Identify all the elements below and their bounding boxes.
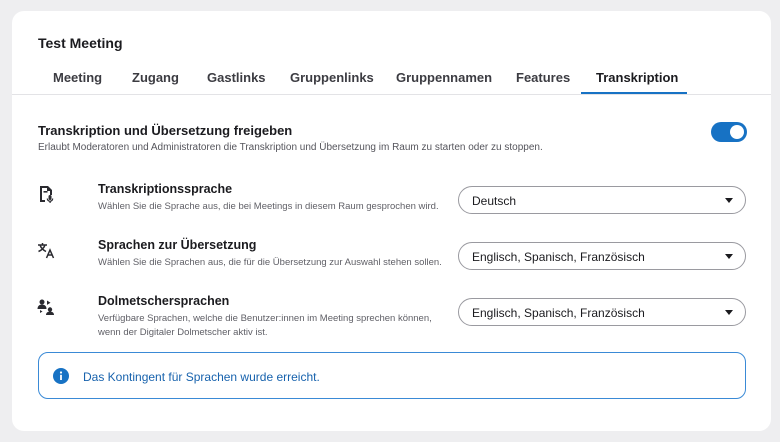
translate-icon xyxy=(36,240,56,260)
interpreter-languages-select[interactable]: Englisch, Spanisch, Französisch xyxy=(458,298,746,326)
tab-zugang[interactable]: Zugang xyxy=(132,70,179,85)
tab-gastlinks[interactable]: Gastlinks xyxy=(207,70,266,85)
select-value: Englisch, Spanisch, Französisch xyxy=(472,250,645,264)
tab-gruppennamen[interactable]: Gruppennamen xyxy=(396,70,492,85)
transcription-language-label: Transkriptionssprache xyxy=(98,182,233,196)
transcription-toggle-label: Transkription und Übersetzung freigeben xyxy=(38,123,293,138)
chevron-down-icon xyxy=(725,310,733,315)
select-value: Englisch, Spanisch, Französisch xyxy=(472,306,645,320)
settings-card: Test Meeting Meeting Zugang Gastlinks Gr… xyxy=(12,11,771,431)
tab-transkription[interactable]: Transkription xyxy=(596,70,678,85)
tab-gruppenlinks[interactable]: Gruppenlinks xyxy=(290,70,374,85)
toggle-knob xyxy=(730,125,744,139)
translation-languages-select[interactable]: Englisch, Spanisch, Französisch xyxy=(458,242,746,270)
transcription-language-select[interactable]: Deutsch xyxy=(458,186,746,214)
interpreter-icon xyxy=(36,296,56,316)
translation-languages-description: Wählen Sie die Sprachen aus, die für die… xyxy=(98,257,442,268)
transcription-language-description: Wählen Sie die Sprache aus, die bei Meet… xyxy=(98,201,439,212)
page-title: Test Meeting xyxy=(38,35,123,51)
chevron-down-icon xyxy=(725,254,733,259)
transcript-mic-icon xyxy=(36,184,56,204)
language-quota-notice: Das Kontingent für Sprachen wurde erreic… xyxy=(38,352,746,399)
select-value: Deutsch xyxy=(472,194,517,208)
interpreter-languages-label: Dolmetschersprachen xyxy=(98,294,230,308)
info-icon xyxy=(53,368,69,384)
transcription-toggle-description: Erlaubt Moderatoren und Administratoren … xyxy=(38,142,543,153)
notice-message: Das Kontingent für Sprachen wurde erreic… xyxy=(83,370,320,384)
transcription-toggle-switch[interactable] xyxy=(711,122,747,142)
tab-features[interactable]: Features xyxy=(516,70,570,85)
tab-bar: Meeting Zugang Gastlinks Gruppenlinks Gr… xyxy=(12,67,771,95)
active-tab-indicator xyxy=(581,92,687,94)
tab-meeting[interactable]: Meeting xyxy=(53,70,102,85)
translation-languages-label: Sprachen zur Übersetzung xyxy=(98,238,257,252)
interpreter-languages-description: Verfügbare Sprachen, welche die Benutzer… xyxy=(98,313,432,338)
chevron-down-icon xyxy=(725,198,733,203)
